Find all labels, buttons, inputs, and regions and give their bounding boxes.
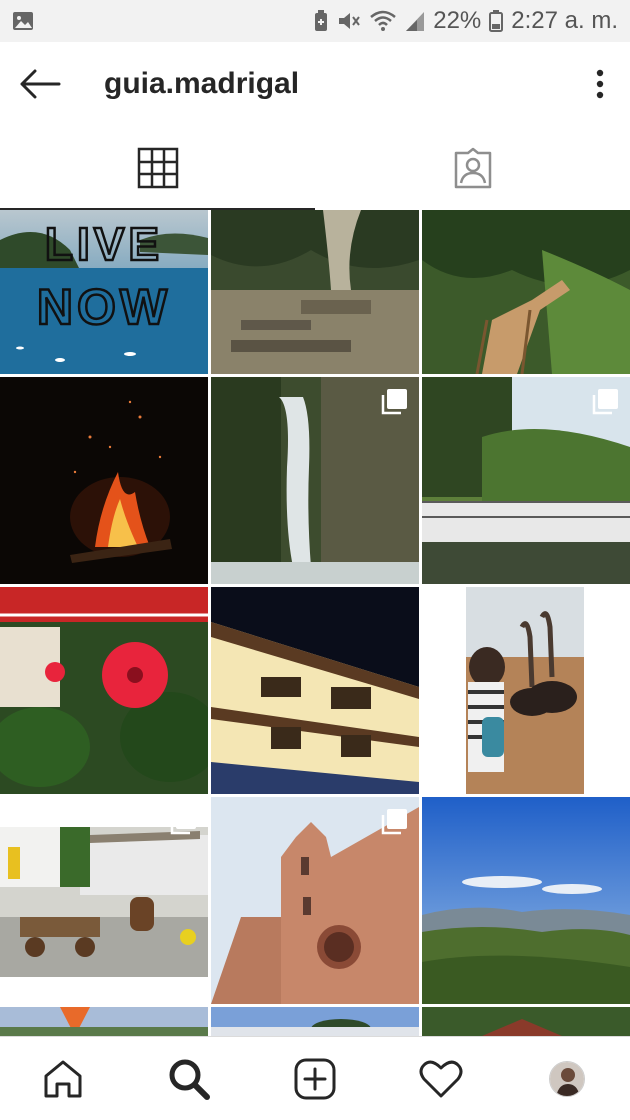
image-icon [13,12,33,30]
battery-saver-icon [315,10,328,31]
bottom-navigation [0,1036,630,1120]
grid-tab[interactable] [0,126,315,210]
post-thumbnail-row5-3[interactable] [422,1007,630,1036]
posts-grid: LIVE NOW [0,210,630,1036]
profile-button[interactable] [537,1049,597,1109]
back-arrow-icon [20,69,61,99]
profile-avatar-icon [549,1060,585,1097]
status-bar: 22% 2:27 a. m. [0,0,630,42]
signal-icon [406,12,425,31]
status-icons: 22% 2:27 a. m. [313,7,618,35]
profile-tabs [0,126,630,210]
post-thumbnail-campfire[interactable] [0,377,208,584]
home-button[interactable] [33,1049,93,1109]
mute-icon [339,13,361,29]
post-thumbnail-patio[interactable] [0,797,208,1004]
post-thumbnail-row5-1[interactable] [0,1007,208,1036]
clock: 2:27 a. m. [511,7,618,34]
search-icon [169,1059,210,1100]
more-options-button[interactable] [570,42,630,126]
tagged-person-icon [454,147,491,189]
carousel-icon [592,389,618,415]
back-button[interactable] [0,42,80,126]
new-post-button[interactable] [285,1049,345,1109]
post-thumbnail-live-now[interactable]: LIVE NOW [0,210,208,374]
grid-icon [137,147,178,189]
post-thumbnail-boardwalk[interactable] [422,377,630,584]
activity-button[interactable] [411,1049,471,1109]
post-thumbnail-ostriches[interactable] [422,587,630,794]
post-thumbnail-basilica[interactable] [211,797,419,1004]
carousel-icon [381,389,407,415]
search-button[interactable] [159,1049,219,1109]
post-thumbnail-waterfall[interactable] [211,377,419,584]
tagged-tab[interactable] [315,126,630,210]
live-now-line1: LIVE [45,218,163,270]
battery-icon [489,10,504,32]
live-now-line2: NOW [37,279,171,335]
wifi-icon [370,10,397,31]
carousel-icon [381,809,407,835]
username-title: guia.madrigal [104,67,300,100]
post-thumbnail-valley-view[interactable] [422,797,630,1004]
home-icon [44,1060,82,1097]
carousel-icon [170,809,196,835]
battery-percent: 22% [433,7,482,34]
post-thumbnail-jungle-bridge[interactable] [422,210,630,374]
post-thumbnail-hibiscus[interactable] [0,587,208,794]
more-options-icon [596,69,604,99]
profile-header: guia.madrigal [0,42,630,126]
post-thumbnail-colonial-building[interactable] [211,587,419,794]
post-thumbnail-row5-2[interactable] [211,1007,419,1036]
activity-heart-icon [419,1060,463,1097]
new-post-icon [294,1058,336,1099]
post-thumbnail-tree[interactable] [211,210,419,374]
